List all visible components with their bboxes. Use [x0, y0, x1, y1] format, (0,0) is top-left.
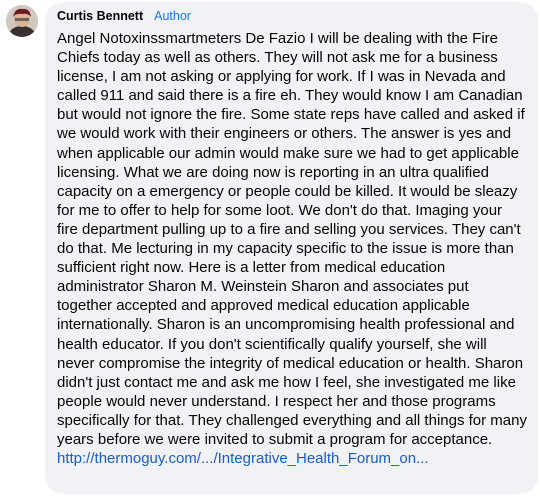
- comment-text: Angel Notoxinssmartmeters De Fazio I wil…: [57, 30, 527, 448]
- author-name[interactable]: Curtis Bennett: [57, 9, 143, 23]
- comment-bubble: Curtis Bennett Author Angel Notoxinssmar…: [45, 2, 538, 494]
- avatar[interactable]: [6, 5, 38, 37]
- avatar-image: [6, 5, 38, 37]
- author-badge: Author: [154, 9, 191, 23]
- comment-header: Curtis Bennett Author: [57, 9, 527, 27]
- comment-link[interactable]: http://thermoguy.com/.../Integrative_Hea…: [57, 449, 527, 468]
